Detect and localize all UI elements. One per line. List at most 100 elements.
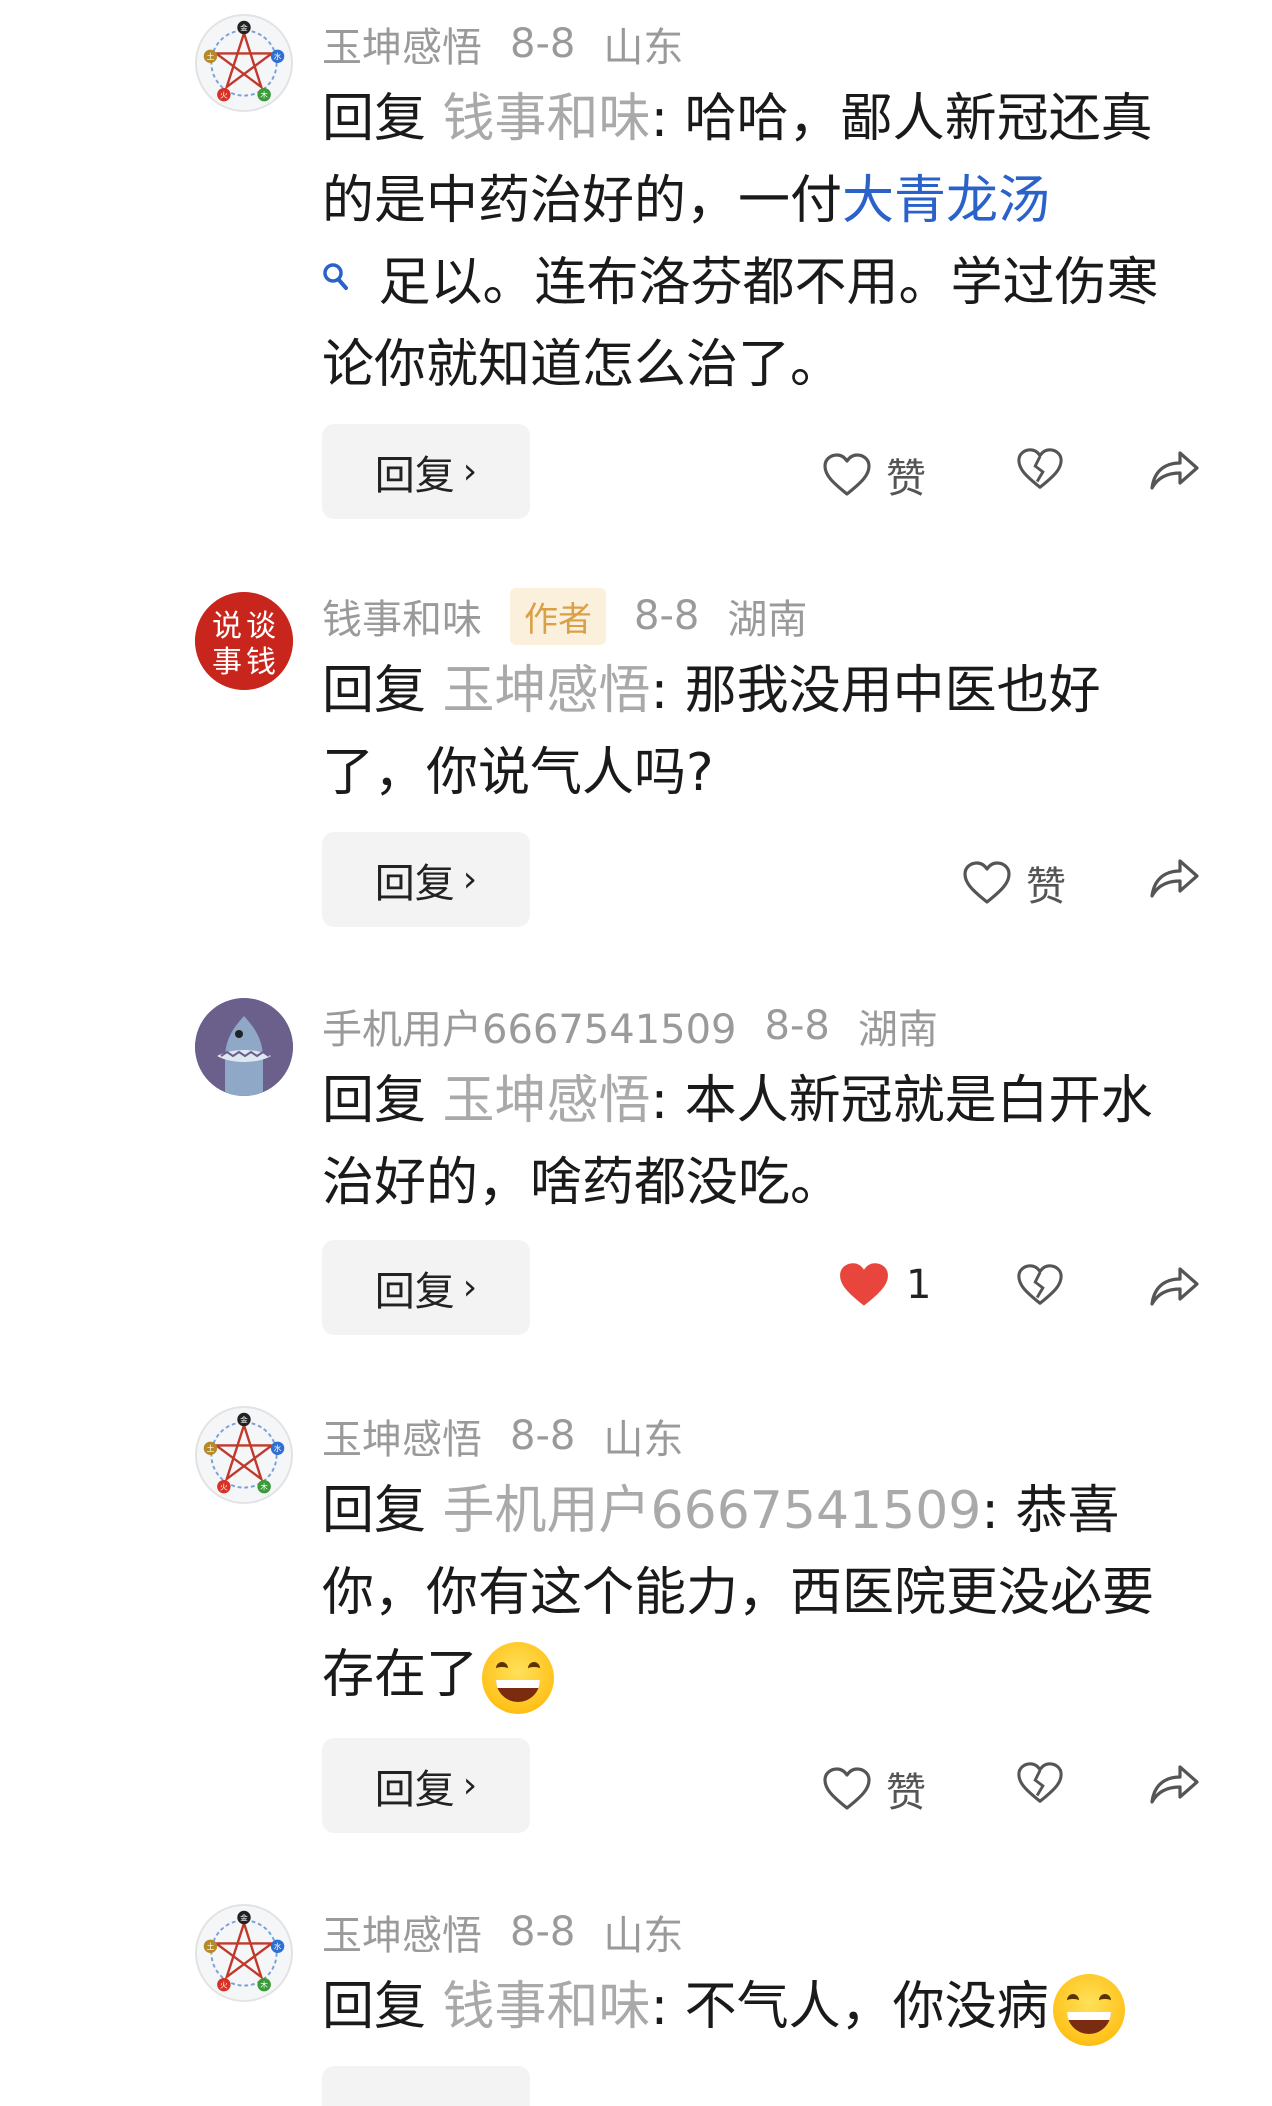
reply-to-user[interactable]: 玉坤感悟: [443, 1071, 651, 1131]
broken-heart-icon: [1017, 1264, 1063, 1305]
chevron-right-icon: ›: [462, 1765, 478, 1806]
comment-date: 8-8: [510, 1909, 576, 1955]
reply-button[interactable]: 回复 ›: [322, 424, 530, 519]
wuxing-label: 火: [220, 1981, 228, 1990]
comment-date: 8-8: [510, 21, 576, 67]
reply-prefix: 回复: [322, 1071, 427, 1131]
avatar[interactable]: [195, 998, 293, 1096]
share-button[interactable]: [1148, 446, 1200, 492]
comment-location: 湖南: [727, 597, 808, 643]
comment-location: 山东: [603, 1913, 684, 1959]
comment-meta: 玉坤感悟 8-8 山东: [322, 1412, 711, 1463]
heart-outline-icon: [823, 1767, 871, 1810]
wuxing-label: 木: [260, 1482, 268, 1492]
share-button[interactable]: [1148, 854, 1200, 900]
comment-location: 湖南: [857, 1007, 938, 1053]
wuxing-label: 土: [207, 1941, 215, 1951]
reply-button-label: 回复: [374, 1268, 455, 1315]
share-button[interactable]: [1148, 1760, 1200, 1806]
wuxing-star-icon: 金 水 木 火 土: [203, 1910, 285, 1992]
seal-logo-icon: 说谈 事钱: [195, 592, 293, 690]
wuxing-label: 水: [274, 1443, 282, 1453]
reply-button[interactable]: 回复 ›: [322, 1738, 530, 1833]
comment-text: 回复 钱事和味: 哈哈，鄙人新冠还真的是中药治好的，一付大青龙汤 足以。连布洛芬…: [322, 78, 1202, 406]
comment-meta: 玉坤感悟 8-8 山东: [322, 1908, 711, 1959]
reply-button[interactable]: 回复 ›: [322, 832, 530, 927]
comment-meta: 钱事和味 作者 8-8 湖南: [322, 587, 835, 645]
heart-outline-icon: [963, 861, 1011, 904]
broken-heart-icon: [1017, 448, 1063, 489]
username[interactable]: 玉坤感悟: [322, 1407, 482, 1465]
comment-date: 8-8: [764, 1003, 830, 1049]
wuxing-label: 木: [260, 90, 268, 100]
reply-to-user[interactable]: 手机用户6667541509: [443, 1481, 982, 1541]
svg-text:钱: 钱: [246, 645, 276, 680]
reply-to-user[interactable]: 玉坤感悟: [443, 661, 651, 721]
reply-button[interactable]: 回复 ›: [322, 1240, 530, 1335]
reply-to-user[interactable]: 钱事和味: [443, 1977, 651, 2037]
reply-prefix: 回复: [322, 89, 427, 149]
wuxing-label: 火: [220, 91, 228, 100]
broken-heart-icon: [1017, 1762, 1063, 1803]
comment-content: : 不气人，你没病: [650, 1977, 1049, 2037]
like-button[interactable]: 1: [836, 1260, 931, 1310]
comment-location: 山东: [603, 1417, 684, 1463]
avatar[interactable]: 金 水 木 火 土: [195, 14, 293, 112]
search-icon[interactable]: [322, 242, 362, 324]
avatar[interactable]: 金 水 木 火 土: [195, 1904, 293, 2002]
comment-date: 8-8: [634, 593, 700, 639]
reply-prefix: 回复: [322, 1481, 427, 1541]
wuxing-label: 金: [240, 1912, 248, 1922]
comment-location: 山东: [603, 25, 684, 71]
laughing-emoji-icon: [1052, 1974, 1125, 2046]
svg-text:谈: 谈: [246, 609, 276, 644]
wuxing-label: 金: [240, 1414, 248, 1424]
like-button[interactable]: 赞: [822, 446, 926, 504]
reply-button-label: 回复: [374, 1766, 455, 1813]
keyword-link[interactable]: 大青龙汤: [842, 171, 1050, 231]
chevron-right-icon: ›: [462, 859, 478, 900]
like-button[interactable]: 赞: [822, 1760, 926, 1818]
like-button[interactable]: 赞: [962, 854, 1066, 912]
comment-text: 回复 玉坤感悟: 那我没用中医也好了，你说气人吗?: [322, 650, 1202, 814]
author-badge: 作者: [510, 587, 606, 645]
like-label: 赞: [886, 456, 926, 502]
wuxing-label: 木: [260, 1980, 268, 1990]
comment-meta: 手机用户6667541509 8-8 湖南: [322, 1002, 966, 1053]
shark-avatar-icon: [195, 998, 293, 1096]
share-icon: [1150, 859, 1199, 898]
dislike-button[interactable]: [1016, 1760, 1064, 1806]
reply-button[interactable]: [322, 2066, 530, 2106]
reply-prefix: 回复: [322, 661, 427, 721]
username[interactable]: 玉坤感悟: [322, 15, 482, 73]
comment-date: 8-8: [510, 1413, 576, 1459]
wuxing-label: 水: [274, 1941, 282, 1951]
reply-prefix: 回复: [322, 1977, 427, 2037]
comment-text: 回复 手机用户6667541509: 恭喜你，你有这个能力，西医院更没必要存在了: [322, 1470, 1202, 1716]
heart-outline-icon: [823, 453, 871, 496]
wuxing-label: 土: [207, 1443, 215, 1453]
username[interactable]: 钱事和味: [322, 587, 482, 645]
reply-to-user[interactable]: 钱事和味: [443, 89, 651, 149]
dislike-button[interactable]: [1016, 1262, 1064, 1308]
username[interactable]: 手机用户6667541509: [322, 997, 737, 1055]
comment-content: : 那我没用中医也好了，你说气人吗?: [322, 661, 1101, 803]
like-count: 1: [906, 1262, 932, 1308]
username[interactable]: 玉坤感悟: [322, 1903, 482, 1961]
share-icon: [1150, 1267, 1199, 1306]
wuxing-label: 金: [240, 22, 248, 32]
share-button[interactable]: [1148, 1262, 1200, 1308]
wuxing-label: 火: [220, 1483, 228, 1492]
like-label: 赞: [886, 1770, 926, 1816]
comment-content: 足以。连布洛芬都不用。学过伤寒论你就知道怎么治了。: [322, 253, 1159, 395]
avatar[interactable]: 金 水 木 火 土: [195, 1406, 293, 1504]
heart-filled-icon: [840, 1263, 888, 1306]
wuxing-label: 水: [274, 51, 282, 61]
wuxing-star-icon: 金 水 木 火 土: [203, 20, 285, 102]
reply-button-label: 回复: [374, 860, 455, 907]
avatar[interactable]: 说谈 事钱: [195, 592, 293, 690]
comment-meta: 玉坤感悟 8-8 山东: [322, 20, 711, 71]
chevron-right-icon: ›: [462, 1267, 478, 1308]
wuxing-label: 土: [207, 51, 215, 61]
dislike-button[interactable]: [1016, 446, 1064, 492]
